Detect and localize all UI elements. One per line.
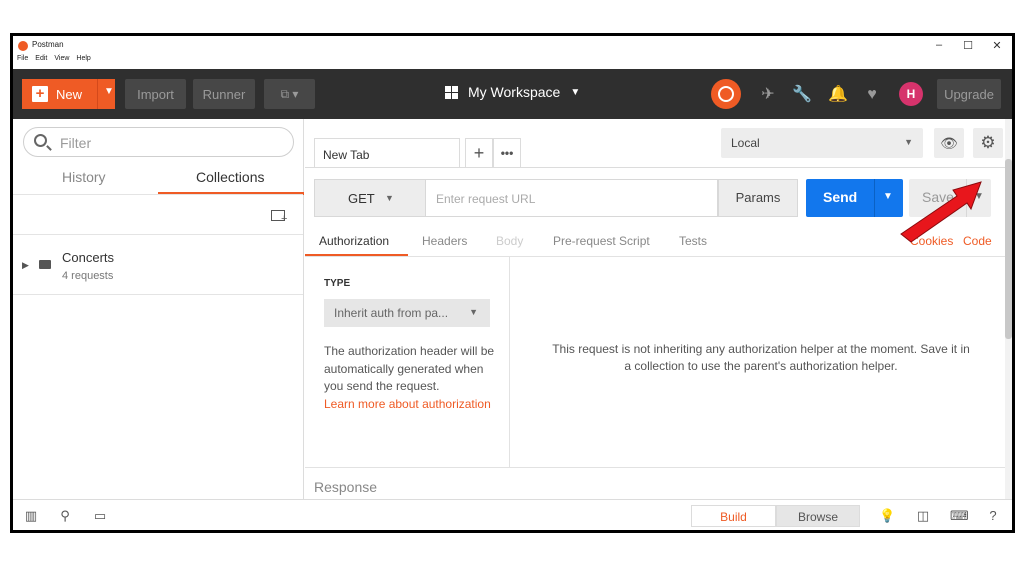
chevron-down-icon[interactable]: ▼ [883, 191, 893, 202]
satellite-icon[interactable]: ✈ [758, 85, 778, 105]
workspace-label: My Workspace [468, 84, 561, 100]
menu-file[interactable]: File [17, 55, 28, 62]
plus-icon: + [32, 86, 48, 102]
response-label[interactable]: Response [314, 479, 377, 495]
auth-type-value: Inherit auth from pa... [334, 306, 449, 320]
learn-more-link[interactable]: Learn more about authorization [324, 397, 491, 411]
request-tab[interactable]: New Tab [314, 138, 460, 168]
menu-help[interactable]: Help [76, 55, 90, 62]
gear-icon: ⚙ [980, 133, 996, 152]
environment-select[interactable]: Local ▼ [721, 128, 923, 158]
annotation-arrow [900, 181, 982, 243]
close-button[interactable]: ✕ [989, 39, 1005, 52]
send-button-label: Send [823, 189, 858, 205]
chevron-down-icon: ▼ [570, 86, 581, 98]
tab-authorization[interactable]: Authorization [319, 234, 389, 248]
filter-input[interactable]: Filter [23, 127, 294, 157]
import-button[interactable]: Import [125, 79, 186, 109]
build-mode-button[interactable]: Build [691, 505, 776, 527]
new-window-icon: ⧉ ▾ [280, 86, 299, 101]
lightbulb-icon[interactable]: 💡 [879, 508, 895, 524]
runner-button[interactable]: Runner [193, 79, 255, 109]
folder-icon [39, 260, 51, 269]
upgrade-button[interactable]: Upgrade [937, 79, 1001, 109]
find-icon[interactable]: ⚲ [57, 508, 73, 524]
divider [97, 79, 98, 109]
type-label: TYPE [324, 278, 351, 289]
postman-logo-icon [18, 41, 28, 51]
filter-placeholder: Filter [60, 135, 92, 151]
tab-tests[interactable]: Tests [679, 234, 707, 248]
heart-icon[interactable]: ♥ [862, 85, 882, 105]
new-window-button[interactable]: ⧉ ▾ [264, 79, 315, 109]
collection-item[interactable] [13, 234, 303, 294]
search-icon [34, 134, 47, 147]
environment-value: Local [731, 136, 760, 150]
tab-pre-request-script[interactable]: Pre-request Script [553, 234, 650, 248]
chevron-down-icon[interactable]: ▼ [104, 86, 114, 97]
help-icon[interactable]: ? [985, 508, 1001, 524]
menu-bar: File Edit View Help [17, 55, 98, 62]
divider [13, 294, 303, 295]
url-input[interactable]: Enter request URL [426, 179, 718, 217]
title-bar: Postman – ☐ ✕ File Edit View Help [13, 36, 1012, 62]
new-button[interactable]: + New ▼ [22, 79, 115, 109]
method-value: GET [348, 191, 375, 206]
sync-status-icon[interactable] [711, 79, 741, 109]
workspace-grid-icon [445, 85, 458, 99]
chevron-down-icon: ▼ [904, 137, 913, 147]
auth-description-text: The authorization header will be automat… [324, 344, 495, 393]
app-title: Postman [32, 40, 64, 49]
caret-right-icon[interactable]: ▶ [22, 260, 29, 271]
auth-type-panel: TYPE Inherit auth from pa... ▼ The autho… [305, 257, 510, 467]
postman-window: Postman – ☐ ✕ File Edit View Help + New ▼ I… [10, 33, 1015, 533]
two-pane-view-icon[interactable]: ◫ [915, 508, 931, 524]
add-tab-button[interactable]: + [465, 138, 493, 168]
auth-type-select[interactable]: Inherit auth from pa... ▼ [324, 299, 490, 327]
divider [13, 194, 303, 195]
tab-history[interactable]: History [62, 169, 106, 185]
environment-quick-look-button[interactable]: 👁 [934, 128, 964, 158]
menu-edit[interactable]: Edit [35, 55, 47, 62]
status-bar: ▥ ⚲ ▭ Build Browse 💡 ◫ ⌨ ? [13, 499, 1012, 530]
new-collection-icon[interactable] [271, 210, 287, 225]
collection-request-count: 4 requests [62, 270, 114, 282]
auth-message: This request is not inheriting any autho… [552, 342, 970, 373]
eye-icon: 👁 [940, 135, 958, 151]
method-select[interactable]: GET ▼ [314, 179, 426, 217]
send-button[interactable]: Send ▼ [806, 179, 903, 217]
divider [874, 179, 875, 217]
avatar[interactable]: H [899, 82, 923, 106]
minimize-button[interactable]: – [931, 39, 947, 51]
scrollbar-thumb[interactable] [1005, 159, 1012, 339]
params-button[interactable]: Params [718, 179, 798, 217]
chevron-down-icon: ▼ [385, 193, 394, 203]
toggle-sidebar-icon[interactable]: ▥ [23, 508, 39, 524]
manage-environments-button[interactable]: ⚙ [973, 128, 1003, 158]
auth-description: The authorization header will be automat… [324, 343, 499, 413]
workspace-selector[interactable]: My Workspace ▼ [445, 84, 580, 100]
keyboard-shortcuts-icon[interactable]: ⌨ [950, 508, 969, 524]
more-tabs-button[interactable]: ••• [493, 138, 521, 168]
wrench-icon[interactable]: 🔧 [792, 85, 812, 105]
browse-mode-button[interactable]: Browse [776, 505, 860, 527]
new-button-label: New [56, 87, 83, 102]
console-icon[interactable]: ▭ [92, 508, 108, 524]
header-toolbar: + New ▼ Import Runner ⧉ ▾ My Workspace ▼… [13, 69, 1012, 119]
plus-icon: + [473, 143, 485, 163]
bell-icon[interactable]: 🔔 [828, 85, 848, 105]
ellipsis-icon: ••• [500, 146, 514, 160]
chevron-down-icon: ▼ [469, 307, 478, 317]
tab-collections[interactable]: Collections [196, 169, 264, 185]
maximize-button[interactable]: ☐ [960, 39, 976, 52]
sidebar: Filter History Collections ▶ Concerts 4 … [13, 119, 304, 499]
tab-headers[interactable]: Headers [422, 234, 467, 248]
divider [305, 467, 1005, 468]
menu-view[interactable]: View [54, 55, 69, 62]
tab-body[interactable]: Body [496, 234, 523, 248]
collection-name: Concerts [62, 250, 115, 265]
